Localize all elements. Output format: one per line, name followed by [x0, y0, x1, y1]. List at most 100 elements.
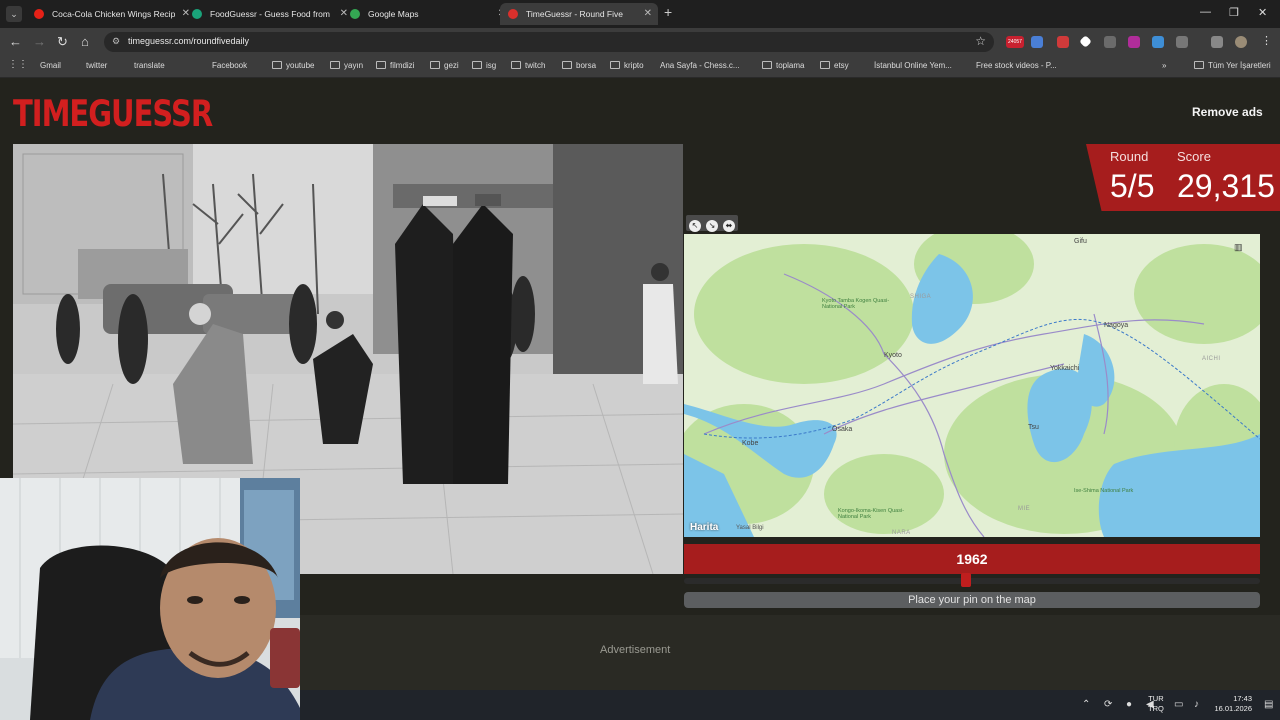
extensions-puzzle-icon[interactable]: [1176, 36, 1188, 48]
foodguessr-icon: [192, 9, 202, 19]
taskbar: ⌃ ⟳ ● ◀ ▭ ♪ ▤: [300, 690, 1280, 720]
bookmark-chess[interactable]: Ana Sayfa - Chess.c...: [660, 61, 740, 70]
browser-toolbar: ← → ↻ ⌂ ⚙ timeguessr.com/roundfivedaily …: [0, 28, 1280, 56]
map-city: Kyoto: [884, 352, 902, 359]
map-legal-link[interactable]: Yasal Bilgi: [736, 525, 764, 531]
bookmark-folder-etsy[interactable]: etsy: [820, 61, 849, 70]
tab-title: TimeGuessr - Round Five: [526, 9, 623, 19]
bookmark-folder-twitch[interactable]: twitch: [511, 61, 545, 70]
map-park: Kongo-Ikoma-Kisen Quasi-National Park: [838, 508, 905, 520]
bookmark-folder-borsa[interactable]: borsa: [562, 61, 596, 70]
map-park: Ise-Shima National Park: [1074, 488, 1134, 494]
close-icon[interactable]: ✕: [644, 3, 652, 25]
map-prefecture: MIE: [1018, 506, 1031, 512]
guess-map[interactable]: Nagoya Kyoto Osaka Kobe Yokkaichi Tsu Gi…: [684, 234, 1260, 537]
bookmark-folder-filmdizi[interactable]: filmdizi: [376, 61, 414, 70]
address-bar[interactable]: ⚙ timeguessr.com/roundfivedaily ☆: [104, 32, 994, 52]
extension-icon[interactable]: [1152, 36, 1164, 48]
network-icon[interactable]: ▭: [1174, 699, 1183, 710]
tab-timeguessr[interactable]: TimeGuessr - Round Five ✕: [500, 3, 658, 25]
round-value: 5/5: [1110, 168, 1155, 204]
score-value: 29,315: [1177, 168, 1275, 204]
map-type-icon[interactable]: ▥: [1234, 242, 1248, 254]
shrink-icon[interactable]: ↘: [706, 220, 718, 232]
apps-icon[interactable]: ⋮⋮: [8, 59, 28, 70]
bookmark-folder-toplama[interactable]: toplama: [762, 61, 804, 70]
url-text: timeguessr.com/roundfivedaily: [128, 36, 250, 46]
map-prefecture: NARA: [892, 530, 911, 536]
tab-search-button[interactable]: ⌄: [6, 6, 22, 22]
close-window-icon[interactable]: ✕: [1258, 6, 1267, 19]
more-bookmarks-icon[interactable]: »: [1162, 61, 1166, 70]
site-info-icon[interactable]: ⚙: [112, 36, 124, 48]
menu-icon[interactable]: ⋮: [1261, 34, 1272, 47]
folder-icon: [511, 61, 521, 69]
bookmark-folder-gezi[interactable]: gezi: [430, 61, 459, 70]
extension-diamond-icon[interactable]: [1079, 35, 1092, 48]
expand-icon[interactable]: ↖: [689, 220, 701, 232]
bookmark-stock-videos[interactable]: Free stock videos - P...: [976, 61, 1057, 70]
bookmark-translate[interactable]: translate: [134, 61, 165, 70]
map-city: Yokkaichi: [1050, 365, 1080, 372]
year-slider-track[interactable]: [684, 578, 1260, 584]
webcam-overlay: [0, 478, 300, 720]
notifications-icon[interactable]: ▤: [1264, 699, 1273, 710]
bookmark-twitter[interactable]: twitter: [86, 61, 107, 70]
extension-icon[interactable]: [1128, 36, 1140, 48]
sync-icon[interactable]: ⟳: [1104, 699, 1112, 710]
extension-badge[interactable]: 24057: [1006, 36, 1024, 48]
language-indicator[interactable]: TUR TRQ: [1148, 694, 1164, 714]
bookmark-folder-yayin[interactable]: yayın: [330, 61, 363, 70]
timeguessr-logo[interactable]: TIMEGUESSR: [13, 92, 213, 135]
reload-icon[interactable]: ↻: [57, 34, 68, 50]
tab-foodguessr[interactable]: FoodGuessr - Guess Food from ✕: [184, 3, 354, 25]
tray-overflow-icon[interactable]: ⌃: [1082, 699, 1090, 710]
bookmark-star-icon[interactable]: ☆: [975, 34, 986, 48]
map-city: Tsu: [1028, 424, 1039, 431]
home-icon[interactable]: ⌂: [81, 34, 89, 49]
map-city: Nagoya: [1104, 322, 1129, 329]
pin-icon[interactable]: ⬌: [723, 220, 735, 232]
speaker-icon[interactable]: ♪: [1194, 699, 1199, 710]
bookmark-gmail[interactable]: Gmail: [40, 61, 61, 70]
remove-ads-button[interactable]: Remove ads: [1184, 102, 1271, 122]
tab-google-maps[interactable]: Google Maps ✕: [342, 3, 512, 25]
all-bookmarks-folder[interactable]: Tüm Yer İşaretleri: [1194, 61, 1271, 70]
new-tab-button[interactable]: +: [664, 4, 672, 20]
map-city: Kobe: [742, 440, 759, 447]
tab-title: Google Maps: [368, 9, 419, 19]
folder-icon: [430, 61, 440, 69]
restore-icon[interactable]: ❐: [1229, 6, 1239, 19]
forward-icon[interactable]: →: [33, 34, 46, 49]
back-icon[interactable]: ←: [9, 34, 22, 49]
timeguessr-icon: [508, 9, 518, 19]
place-pin-button[interactable]: Place your pin on the map: [684, 592, 1260, 608]
bookmark-folder-isg[interactable]: isg: [472, 61, 496, 70]
folder-icon: [472, 61, 482, 69]
streamer-webcam-image: [0, 478, 300, 720]
tab-title: FoodGuessr - Guess Food from: [210, 9, 330, 19]
tab-title: Coca-Cola Chicken Wings Recip: [52, 9, 176, 19]
bookmark-folder-youtube[interactable]: youtube: [272, 61, 314, 70]
bookmarks-bar: ⋮⋮ Gmail twitter translate Facebook yout…: [0, 56, 1280, 78]
year-slider-thumb[interactable]: [961, 573, 972, 587]
extension-icon[interactable]: [1104, 36, 1116, 48]
bookmark-facebook[interactable]: Facebook: [212, 61, 247, 70]
score-label: Score: [1177, 149, 1211, 164]
microphone-icon[interactable]: ●: [1126, 699, 1132, 710]
youtube-icon: [34, 9, 44, 19]
system-clock[interactable]: 17:43 16.01.2026: [1210, 694, 1252, 714]
avatar[interactable]: [1235, 36, 1247, 48]
bookmark-folder-kripto[interactable]: kripto: [610, 61, 644, 70]
tab-coca-cola[interactable]: Coca-Cola Chicken Wings Recip ✕: [26, 3, 196, 25]
folder-icon: [762, 61, 772, 69]
minimize-icon[interactable]: —: [1200, 6, 1211, 18]
translate-icon[interactable]: [1031, 36, 1043, 48]
extension-icon[interactable]: [1057, 36, 1069, 48]
folder-icon: [330, 61, 340, 69]
media-icon[interactable]: [1211, 36, 1223, 48]
folder-icon: [376, 61, 386, 69]
round-label: Round: [1110, 149, 1149, 164]
bookmark-yemeksepeti[interactable]: İstanbul Online Yem...: [874, 61, 952, 70]
score-panel: Round 5/5 Score 29,315: [1086, 144, 1280, 211]
